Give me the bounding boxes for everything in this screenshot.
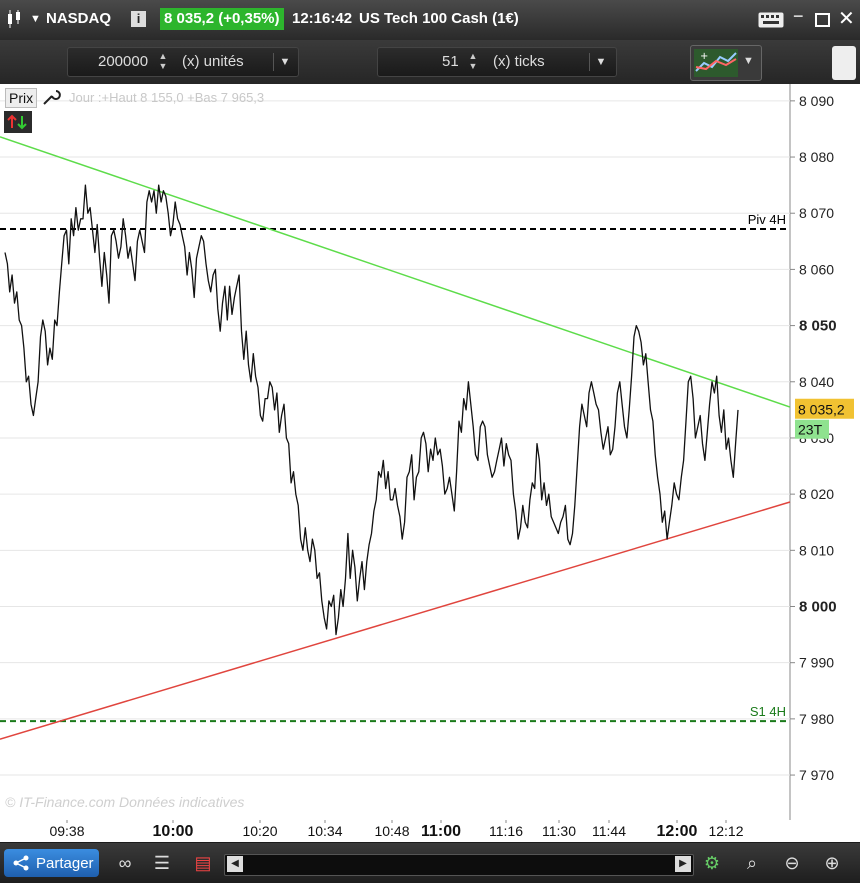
quantity-stepper[interactable]: ▲ ▼ bbox=[154, 51, 172, 71]
x-tick-label: 10:00 bbox=[153, 823, 194, 840]
y-tick-label: 8 050 bbox=[799, 318, 837, 335]
maximize-icon[interactable] bbox=[815, 13, 830, 27]
zoom-in-icon[interactable]: ⊕ bbox=[820, 851, 844, 875]
minimize-icon[interactable]: − bbox=[793, 6, 804, 27]
scroll-right-icon[interactable]: ▶ bbox=[675, 856, 691, 872]
indicator-icon: + bbox=[694, 49, 738, 77]
y-tick-label: 8 000 bbox=[799, 599, 837, 616]
y-tick-label: 8 040 bbox=[799, 374, 834, 390]
x-tick-label: 10:48 bbox=[374, 823, 409, 839]
close-icon[interactable]: ✕ bbox=[838, 6, 855, 31]
share-button[interactable]: Partager bbox=[4, 849, 99, 877]
x-tick-label: 12:00 bbox=[657, 823, 698, 840]
y-tick-label: 8 080 bbox=[799, 149, 834, 165]
y-tick-label: 8 010 bbox=[799, 542, 834, 558]
y-tick-label: 7 980 bbox=[799, 711, 834, 727]
price-label[interactable]: Prix bbox=[5, 88, 38, 108]
side-tool-icon[interactable] bbox=[832, 46, 856, 80]
x-tick-label: 09:38 bbox=[49, 823, 84, 839]
ticks-field[interactable]: 51 ▲ ▼ (x) ticks ▼ bbox=[377, 47, 617, 77]
market-dropdown-arrow-icon[interactable]: ▼ bbox=[30, 13, 41, 25]
share-label: Partager bbox=[36, 855, 94, 872]
ticks-tag-label: 23T bbox=[798, 422, 823, 438]
x-tick-label: 11:44 bbox=[592, 823, 626, 839]
y-tick-label: 8 060 bbox=[799, 261, 834, 277]
bars-icon[interactable]: ▤ bbox=[191, 851, 215, 875]
x-axis: 09:38 10:00 10:20 10:34 10:48 11:00 11:16 11:30… bbox=[0, 820, 860, 842]
clock-time: 12:16:42 bbox=[292, 10, 353, 27]
zoom-out-icon[interactable]: ⊖ bbox=[780, 851, 804, 875]
ticks-unit-label: (x) ticks bbox=[493, 53, 545, 70]
watermark: © IT-Finance.com Données indicatives bbox=[5, 794, 245, 810]
x-axis-labels: 09:38 10:00 10:20 10:34 10:48 11:00 11:16 11:30… bbox=[49, 820, 744, 840]
x-tick-label: 11:16 bbox=[489, 823, 523, 839]
wrench-icon[interactable] bbox=[41, 88, 61, 106]
x-tick-label: 12:12 bbox=[708, 823, 743, 839]
ticks-value[interactable]: 51 bbox=[442, 53, 459, 70]
price-chart[interactable]: Piv 4H S1 4H 8 090 8 080 8 070 8 060 8 050 8 0… bbox=[0, 84, 860, 840]
zoom-fit-icon[interactable]: ⌕ bbox=[740, 851, 764, 875]
ticks-dropdown-icon[interactable]: ▼ bbox=[589, 53, 612, 71]
x-tick-label: 11:00 bbox=[421, 823, 461, 840]
share-icon bbox=[13, 855, 29, 871]
keyboard-icon[interactable] bbox=[758, 12, 784, 28]
indicator-dropdown-icon[interactable]: ▼ bbox=[743, 55, 754, 67]
market-name[interactable]: NASDAQ bbox=[46, 10, 111, 27]
chart-settings-icon[interactable]: ⚙ bbox=[700, 851, 724, 875]
plot-background bbox=[0, 84, 790, 820]
svg-text:+: + bbox=[700, 51, 708, 62]
quantity-field[interactable]: 200000 ▲ ▼ (x) unités ▼ bbox=[67, 47, 299, 77]
chart-area[interactable]: Piv 4H S1 4H 8 090 8 080 8 070 8 060 8 050 8 0… bbox=[0, 84, 860, 840]
order-toolbar: 200000 ▲ ▼ (x) unités ▼ 51 ▲ ▼ (x) ticks ▼… bbox=[0, 40, 860, 84]
y-tick-label: 8 020 bbox=[799, 486, 834, 502]
y-tick-label: 8 070 bbox=[799, 205, 834, 221]
x-tick-label: 10:34 bbox=[307, 823, 342, 839]
quantity-dropdown-icon[interactable]: ▼ bbox=[273, 53, 296, 71]
x-tick-label: 10:20 bbox=[242, 823, 277, 839]
ticks-stepper[interactable]: ▲ ▼ bbox=[464, 51, 482, 71]
quantity-value[interactable]: 200000 bbox=[98, 53, 148, 70]
scroll-left-icon[interactable]: ◀ bbox=[227, 856, 243, 872]
day-range-info: Jour :+Haut 8 155,0 +Bas 7 965,3 bbox=[69, 90, 265, 105]
y-tick-label: 7 970 bbox=[799, 767, 834, 783]
price-badge: 8 035,2 (+0,35%) bbox=[160, 8, 284, 30]
y-tick-label: 7 990 bbox=[799, 655, 834, 671]
y-tick-label: 8 090 bbox=[799, 93, 834, 109]
bottom-toolbar: Partager ∞ ☰ ▤ ◀ ▶ ⚙ ⌕ ⊖ ⊕ bbox=[0, 843, 860, 883]
up-down-arrows-icon[interactable] bbox=[4, 111, 32, 133]
list-icon[interactable]: ☰ bbox=[150, 851, 174, 875]
instrument-name: US Tech 100 Cash (1€) bbox=[359, 10, 519, 27]
candle-icon[interactable] bbox=[6, 10, 22, 28]
pivot-line-label: S1 4H bbox=[750, 704, 786, 719]
quantity-unit-label: (x) unités bbox=[182, 53, 244, 70]
horizontal-scrollbar[interactable]: ◀ ▶ bbox=[224, 854, 694, 876]
title-bar: ▼ NASDAQ i 8 035,2 (+0,35%) 12:16:42 US … bbox=[0, 0, 860, 40]
info-icon[interactable]: i bbox=[131, 11, 146, 27]
current-price-label: 8 035,2 bbox=[798, 402, 845, 418]
x-tick-label: 11:30 bbox=[542, 823, 576, 839]
pivot-line-label: Piv 4H bbox=[748, 212, 786, 227]
indicator-button[interactable]: + ▼ bbox=[690, 45, 762, 81]
binoculars-icon[interactable]: ∞ bbox=[113, 851, 137, 875]
